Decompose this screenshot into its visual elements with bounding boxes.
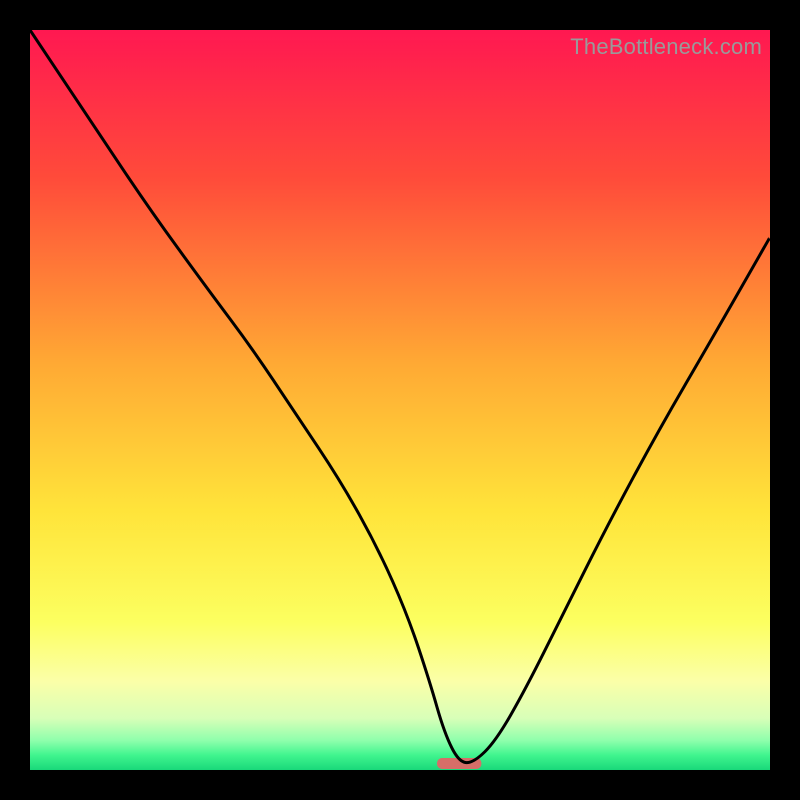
chart-frame: TheBottleneck.com <box>30 30 770 770</box>
bottleneck-chart <box>30 30 770 770</box>
watermark-text: TheBottleneck.com <box>570 34 762 60</box>
gradient-background <box>30 30 770 770</box>
